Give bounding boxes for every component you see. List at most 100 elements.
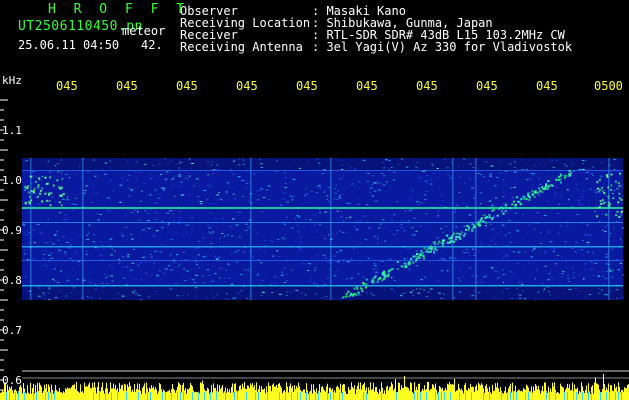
noise-speck (349, 278, 352, 280)
noise-speck (371, 184, 374, 186)
noise-speck (456, 283, 458, 285)
noise-speck (210, 164, 213, 166)
doppler-echo (410, 257, 413, 260)
doppler-echo (371, 278, 374, 281)
noise-speck (492, 269, 495, 271)
noise-speck (243, 216, 246, 218)
noise-speck (558, 198, 561, 200)
noise-speck (194, 287, 198, 289)
power-bar (83, 393, 84, 400)
power-tick (258, 392, 259, 400)
power-bar (172, 383, 173, 400)
doppler-echo (568, 174, 570, 177)
power-bar (410, 382, 411, 400)
noise-speck (294, 217, 297, 219)
noise-speck (592, 249, 595, 251)
noise-speck (615, 283, 618, 285)
noise-speck (542, 290, 545, 292)
power-tick (507, 392, 508, 400)
noise-speck (537, 291, 540, 293)
power-bar (423, 390, 424, 400)
noise-speck (219, 277, 221, 279)
noise-speck (62, 235, 65, 237)
noise-speck (190, 217, 194, 219)
noise-speck (174, 218, 176, 220)
power-bar (268, 382, 269, 400)
power-bar (161, 389, 162, 400)
noise-speck (420, 279, 422, 281)
power-bar (108, 393, 109, 400)
doppler-echo (471, 230, 474, 233)
noise-speck (458, 269, 462, 271)
power-tick (516, 392, 517, 400)
noise-speck (119, 201, 122, 203)
noise-speck (582, 160, 585, 161)
noise-speck (232, 275, 236, 277)
power-bar (519, 390, 520, 400)
noise-speck (155, 202, 158, 204)
power-bar (2, 390, 3, 400)
power-bar (23, 383, 24, 400)
power-bar (537, 389, 538, 400)
noise-speck (106, 282, 108, 284)
noise-speck (372, 268, 376, 270)
noise-speck (302, 263, 305, 264)
noise-speck (50, 252, 52, 254)
noise-speck (477, 219, 479, 221)
noise-speck (208, 231, 211, 233)
doppler-echo (505, 206, 508, 209)
noise-speck (219, 242, 221, 244)
noise-speck (593, 211, 597, 212)
power-bar (107, 388, 108, 400)
noise-speck (307, 288, 309, 290)
noise-speck (137, 210, 139, 212)
power-bar (129, 382, 130, 400)
noise-speck (150, 256, 153, 258)
noise-speck (340, 164, 344, 166)
noise-speck (230, 168, 232, 170)
noise-speck (495, 243, 497, 245)
noise-speck (310, 237, 314, 238)
noise-speck (412, 234, 416, 236)
power-tick (111, 392, 112, 400)
noise-speck (202, 256, 206, 258)
noise-speck (543, 214, 546, 216)
doppler-echo (488, 216, 491, 219)
power-bar (353, 388, 354, 400)
noise-speck (521, 283, 524, 285)
noise-speck (540, 231, 542, 233)
noise-speck (356, 267, 360, 269)
noise-speck (425, 213, 428, 215)
power-bar (153, 386, 154, 400)
noise-speck (205, 255, 208, 257)
noise-speck (153, 263, 155, 265)
noise-speck (381, 161, 384, 163)
noise-speck (66, 279, 69, 281)
noise-speck (379, 223, 383, 225)
doppler-echo (436, 242, 439, 245)
noise-speck (556, 255, 560, 256)
power-bar (213, 383, 214, 400)
power-bar (350, 389, 351, 400)
doppler-echo (500, 206, 503, 209)
power-bar (152, 388, 153, 400)
power-bar (560, 383, 561, 400)
power-bar (595, 377, 596, 400)
noise-speck (577, 249, 581, 251)
noise-speck (293, 196, 296, 198)
power-bar (393, 390, 394, 400)
noise-speck (292, 178, 296, 180)
power-tick (621, 392, 622, 400)
power-bar (547, 392, 548, 400)
noise-speck (346, 232, 349, 234)
noise-speck (107, 242, 110, 243)
noise-speck (136, 211, 140, 213)
noise-speck (110, 275, 114, 277)
noise-speck (198, 240, 201, 242)
power-bar (531, 386, 532, 400)
noise-speck (432, 164, 434, 166)
noise-speck (387, 191, 390, 193)
power-bar (409, 390, 410, 400)
power-bar (197, 392, 198, 400)
noise-speck (572, 163, 574, 165)
